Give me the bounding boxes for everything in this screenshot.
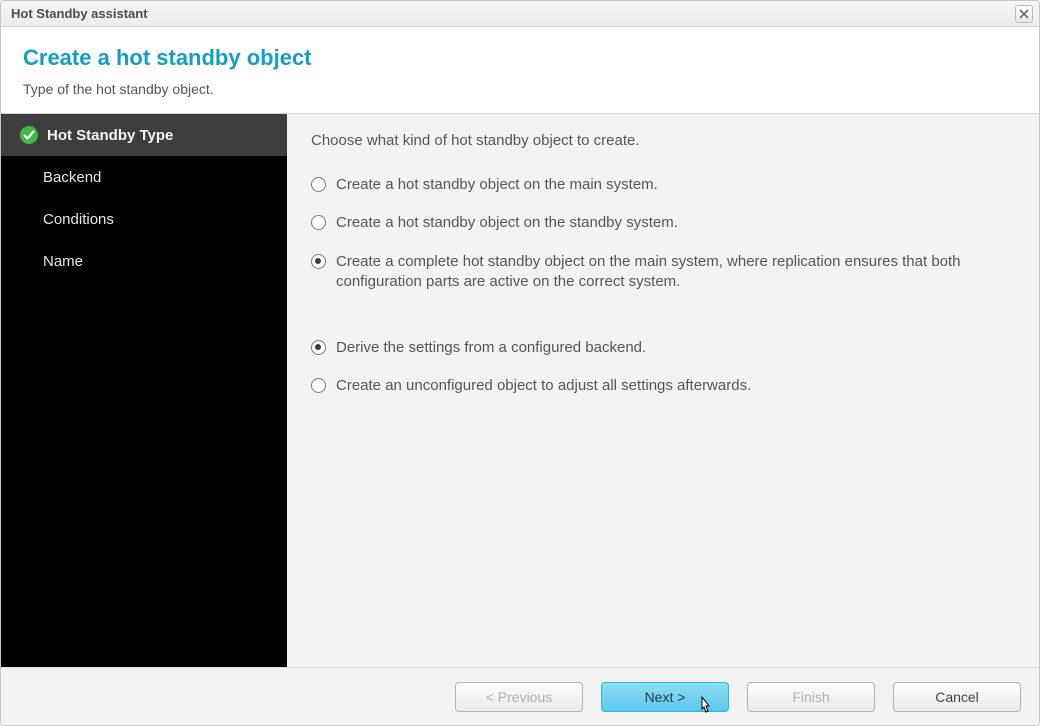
content-pane: Choose what kind of hot standby object t…	[287, 114, 1039, 667]
sidebar-item-label: Backend	[43, 169, 101, 186]
body-area: Hot Standby Type Backend Conditions Name…	[1, 114, 1039, 667]
radio-icon	[311, 254, 326, 269]
radio-option-derive-backend[interactable]: Derive the settings from a configured ba…	[311, 338, 1011, 358]
radio-icon	[311, 177, 326, 192]
radio-option-standby-system[interactable]: Create a hot standby object on the stand…	[311, 213, 1011, 233]
sidebar-item-backend[interactable]: Backend	[1, 156, 287, 198]
radio-label: Create an unconfigured object to adjust …	[336, 376, 751, 396]
close-icon	[1019, 9, 1029, 19]
radio-group-settings-source: Derive the settings from a configured ba…	[311, 338, 1011, 397]
radio-option-unconfigured[interactable]: Create an unconfigured object to adjust …	[311, 376, 1011, 396]
radio-label: Create a hot standby object on the stand…	[336, 213, 678, 233]
next-button[interactable]: Next >	[601, 682, 729, 712]
radio-group-object-type: Create a hot standby object on the main …	[311, 175, 1011, 292]
sidebar-item-conditions[interactable]: Conditions	[1, 198, 287, 240]
instruction-text: Choose what kind of hot standby object t…	[311, 132, 1011, 149]
close-button[interactable]	[1015, 5, 1033, 23]
window-title: Hot Standby assistant	[11, 6, 148, 21]
sidebar-item-label: Conditions	[43, 211, 114, 228]
finish-button: Finish	[747, 682, 875, 712]
page-title: Create a hot standby object	[23, 45, 1017, 71]
page-subtitle: Type of the hot standby object.	[23, 81, 1017, 97]
next-button-label: Next >	[645, 689, 686, 705]
sidebar-item-label: Hot Standby Type	[47, 127, 173, 144]
header-area: Create a hot standby object Type of the …	[1, 27, 1039, 114]
dialog-window: Hot Standby assistant Create a hot stand…	[0, 0, 1040, 726]
radio-icon	[311, 215, 326, 230]
previous-button: < Previous	[455, 682, 583, 712]
sidebar-item-name[interactable]: Name	[1, 240, 287, 282]
radio-option-complete-object[interactable]: Create a complete hot standby object on …	[311, 252, 1011, 293]
cursor-pointer-icon	[696, 695, 716, 719]
sidebar-item-hot-standby-type[interactable]: Hot Standby Type	[1, 114, 287, 156]
check-circle-icon	[19, 125, 39, 145]
titlebar: Hot Standby assistant	[1, 1, 1039, 27]
radio-option-main-system[interactable]: Create a hot standby object on the main …	[311, 175, 1011, 195]
radio-label: Derive the settings from a configured ba…	[336, 338, 646, 358]
radio-icon	[311, 378, 326, 393]
radio-label: Create a hot standby object on the main …	[336, 175, 658, 195]
radio-icon	[311, 340, 326, 355]
cancel-button[interactable]: Cancel	[893, 682, 1021, 712]
sidebar-item-label: Name	[43, 253, 83, 270]
radio-label: Create a complete hot standby object on …	[336, 252, 1011, 293]
footer: < Previous Next > Finish Cancel	[1, 667, 1039, 725]
wizard-sidebar: Hot Standby Type Backend Conditions Name	[1, 114, 287, 667]
